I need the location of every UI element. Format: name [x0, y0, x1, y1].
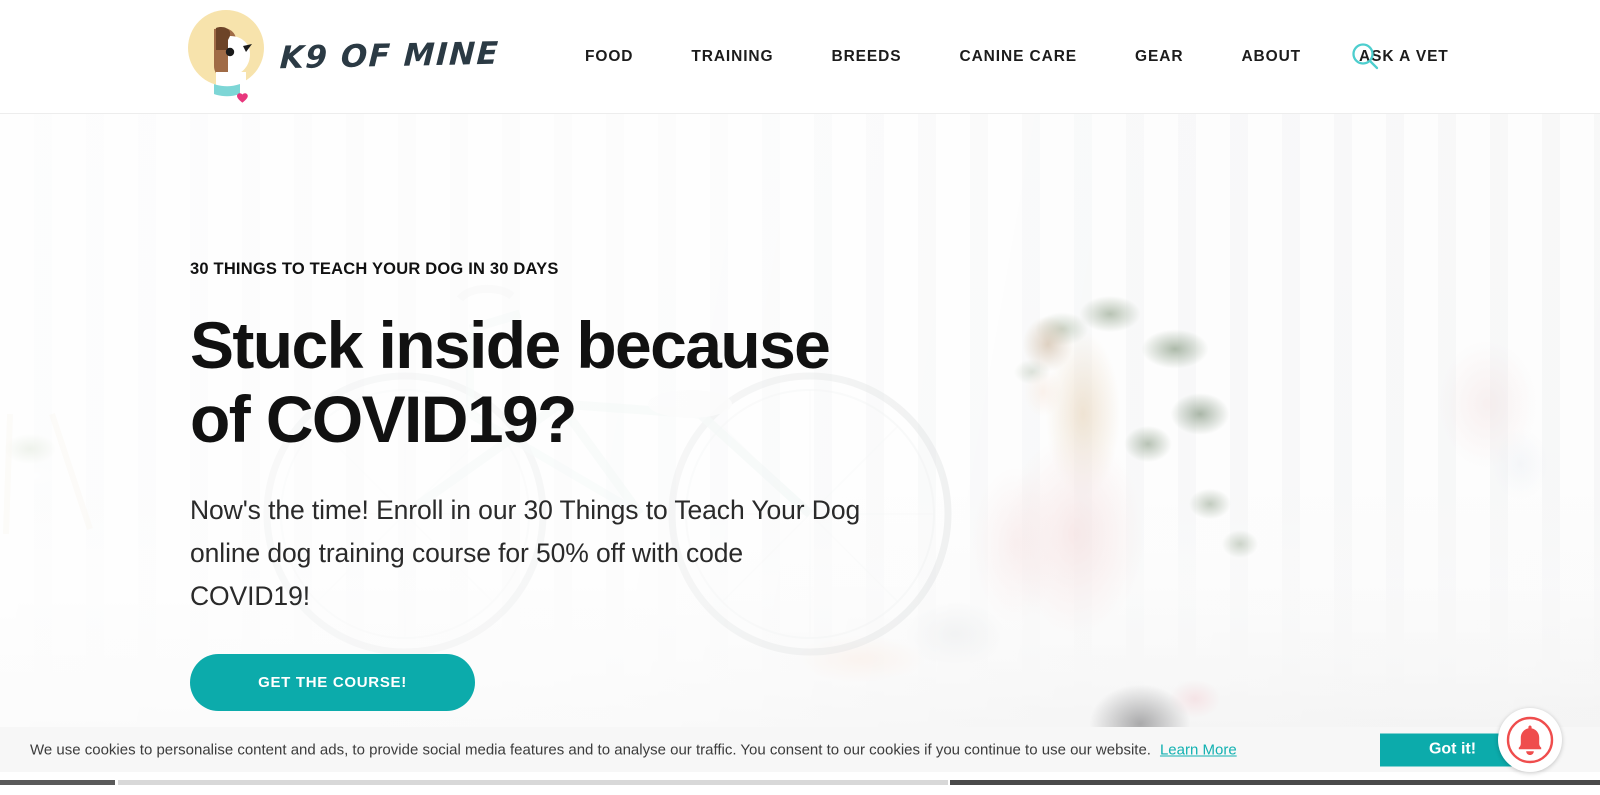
brand-wordmark: K9 OF MINE — [278, 35, 501, 77]
page-edge-line-right — [950, 780, 1600, 785]
cookie-message: We use cookies to personalise content an… — [30, 741, 1237, 758]
main-navigation: FOOD TRAINING BREEDS CANINE CARE GEAR AB… — [556, 0, 1478, 114]
bell-icon — [1506, 716, 1554, 764]
nav-item-about[interactable]: ABOUT — [1212, 48, 1330, 66]
hero-subhead: Now's the time! Enroll in our 30 Things … — [190, 494, 861, 611]
nav-item-food[interactable]: FOOD — [556, 48, 662, 66]
search-icon[interactable] — [1348, 40, 1382, 74]
hero-headline: Stuck inside because of COVID19? — [190, 308, 831, 456]
page-edge-line-left — [0, 780, 115, 785]
page-edge-line-middle — [118, 780, 948, 785]
nav-item-training[interactable]: TRAINING — [662, 48, 802, 66]
cookie-message-text: We use cookies to personalise content an… — [30, 741, 1151, 758]
hero-eyebrow: 30 THINGS TO TEACH YOUR DOG IN 30 DAYS — [190, 260, 559, 278]
dog-head-logo-icon — [188, 8, 264, 104]
hero-section: 30 THINGS TO TEACH YOUR DOG IN 30 DAYS S… — [0, 114, 1600, 727]
cookie-learn-more-link[interactable]: Learn More — [1160, 741, 1237, 758]
get-the-course-button[interactable]: GET THE COURSE! — [190, 653, 475, 711]
hero-content: 30 THINGS TO TEACH YOUR DOG IN 30 DAYS S… — [190, 260, 890, 711]
cookie-consent-banner: We use cookies to personalise content an… — [0, 727, 1600, 772]
nav-item-gear[interactable]: GEAR — [1106, 48, 1212, 66]
brand-logo-link[interactable]: K9 OF MINE — [188, 8, 501, 104]
nav-item-canine-care[interactable]: CANINE CARE — [931, 48, 1107, 66]
site-header: K9 OF MINE FOOD TRAINING BREEDS CANINE C… — [0, 0, 1600, 114]
notification-bell-button[interactable] — [1498, 708, 1562, 772]
nav-item-breeds[interactable]: BREEDS — [803, 48, 931, 66]
